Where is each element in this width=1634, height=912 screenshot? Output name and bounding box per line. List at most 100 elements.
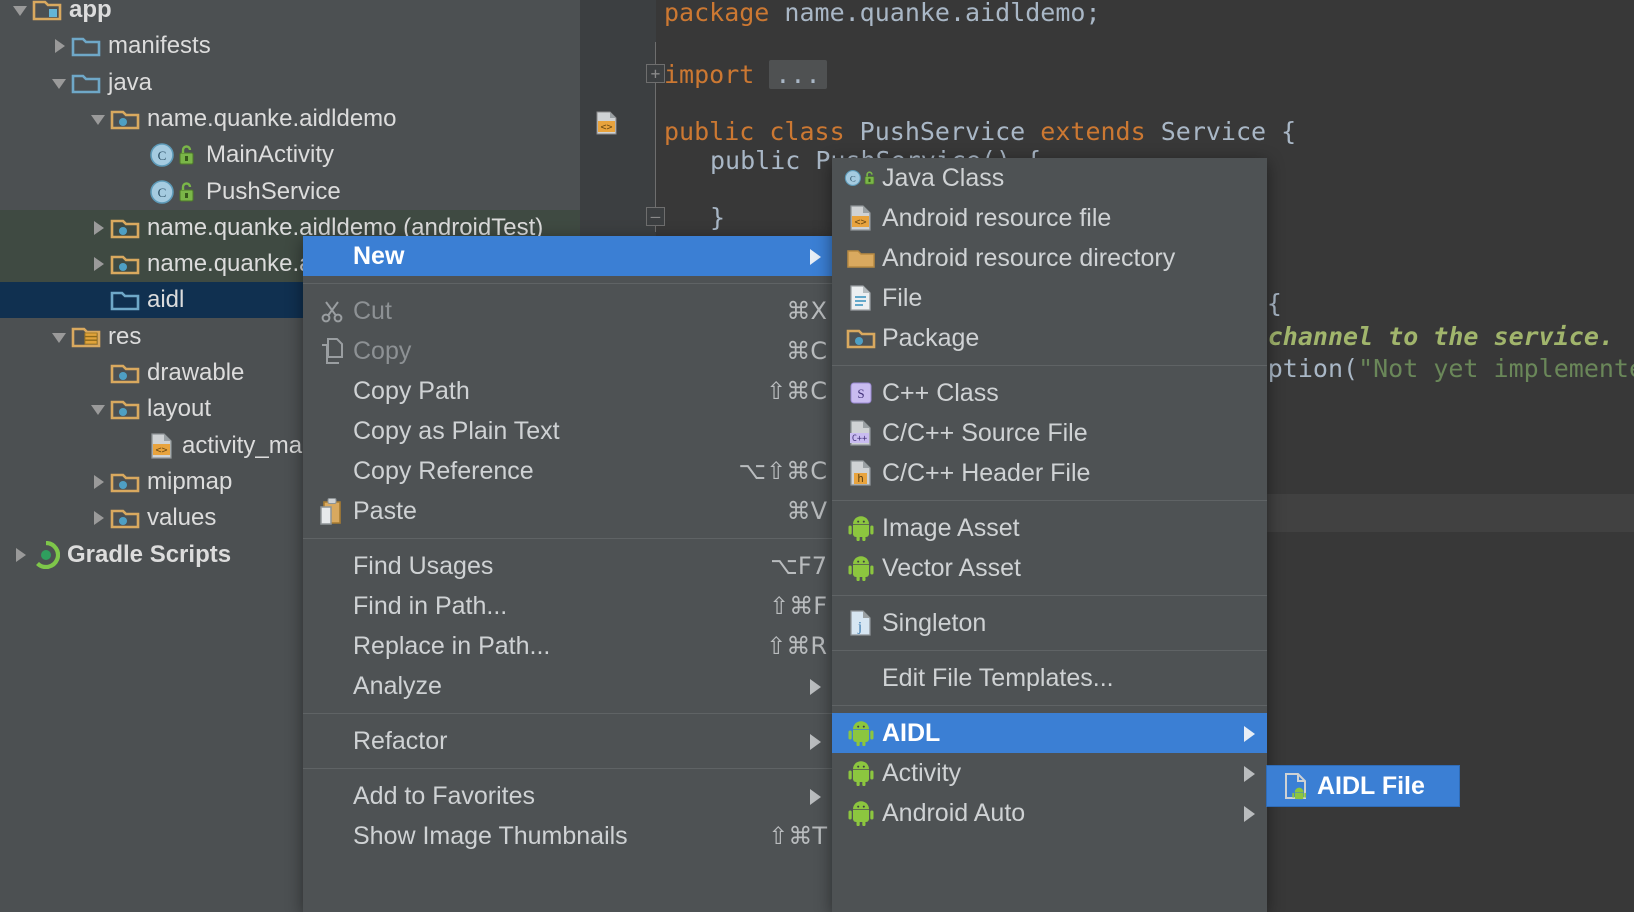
- tree-spacer: [127, 181, 149, 203]
- menu-item-copy-reference[interactable]: Copy Reference⌥⇧⌘C: [303, 451, 833, 491]
- chevron-down-icon[interactable]: [88, 108, 110, 130]
- menu-item-android-resource-file[interactable]: <> Android resource file: [832, 198, 1267, 238]
- menu-item-label: Java Class: [882, 164, 1004, 193]
- tree-item-java[interactable]: java: [0, 65, 580, 101]
- menu-item-java-class[interactable]: C Java Class: [832, 158, 1267, 198]
- chevron-right-icon[interactable]: [88, 507, 110, 529]
- menu-item-activity[interactable]: Activity: [832, 753, 1267, 793]
- menu-item-replace-in-path[interactable]: Replace in Path...⇧⌘R: [303, 626, 833, 666]
- package-folder-icon: [846, 326, 876, 350]
- menu-item-aidl-file[interactable]: AIDL File: [1267, 766, 1459, 806]
- menu-item-new[interactable]: New: [303, 236, 833, 276]
- chevron-right-icon[interactable]: [88, 217, 110, 239]
- java-class-icon: C: [844, 165, 878, 191]
- menu-item-label: Singleton: [882, 609, 986, 638]
- svg-text:C: C: [158, 185, 167, 200]
- tree-item-pushservice[interactable]: C PushService: [0, 174, 580, 210]
- package-folder-icon: [844, 326, 878, 350]
- module-folder-icon: [32, 0, 62, 22]
- menu-item-label: Find Usages: [353, 552, 493, 581]
- menu-separator: [303, 283, 833, 284]
- menu-item-copy[interactable]: Copy⌘C: [303, 331, 833, 371]
- menu-item-singleton[interactable]: jSingleton: [832, 603, 1267, 643]
- tree-item-label: java: [108, 69, 152, 97]
- menu-item-add-to-favorites[interactable]: Add to Favorites: [303, 776, 833, 816]
- menu-item-label: C/C++ Header File: [882, 459, 1090, 488]
- tree-item-mainactivity[interactable]: C MainActivity: [0, 137, 580, 173]
- aidl-submenu[interactable]: AIDL File: [1266, 765, 1460, 807]
- cpp-header-icon: h: [844, 459, 878, 487]
- menu-separator: [832, 705, 1267, 706]
- submenu-arrow-icon: [1244, 766, 1255, 782]
- menu-item-aidl[interactable]: AIDL: [832, 713, 1267, 753]
- menu-item-file[interactable]: File: [832, 278, 1267, 318]
- tree-item-manifests[interactable]: manifests: [0, 28, 580, 64]
- paste-icon: [315, 497, 349, 525]
- chevron-down-icon[interactable]: [49, 72, 71, 94]
- context-menu[interactable]: New Cut⌘X Copy⌘C Copy Path ⇧⌘C Copy as Plai…: [303, 236, 833, 912]
- java-class-icon: C: [149, 142, 199, 168]
- menu-item-shortcut: ⇧⌘T: [768, 816, 827, 856]
- chevron-down-icon[interactable]: [10, 0, 32, 21]
- chevron-down-icon[interactable]: [49, 326, 71, 348]
- folder-tan-icon: [846, 246, 876, 270]
- menu-item-refactor[interactable]: Refactor: [303, 721, 833, 761]
- menu-item-label: Android resource file: [882, 204, 1111, 233]
- tree-spacer: [88, 289, 110, 311]
- menu-item-label: Add to Favorites: [353, 782, 535, 811]
- menu-item-label: Analyze: [353, 672, 442, 701]
- menu-item-edit-file-templates[interactable]: Edit File Templates...: [832, 658, 1267, 698]
- tree-item-app[interactable]: app: [0, 0, 580, 28]
- menu-item-find-usages[interactable]: Find Usages ⌥F7: [303, 546, 833, 586]
- menu-item-package[interactable]: Package: [832, 318, 1267, 358]
- menu-item-vector-asset[interactable]: Vector Asset: [832, 548, 1267, 588]
- package-folder-icon: [110, 470, 140, 494]
- menu-item-android-resource-directory[interactable]: Android resource directory: [832, 238, 1267, 278]
- folder-blue-icon: [71, 71, 101, 95]
- menu-item-label: Edit File Templates...: [882, 664, 1114, 693]
- package-folder-icon: [110, 216, 140, 240]
- package-folder-icon: [110, 361, 140, 385]
- package-folder-icon: [110, 506, 140, 530]
- menu-item-label: Copy Path: [353, 377, 470, 406]
- menu-item-paste[interactable]: Paste⌘V: [303, 491, 833, 531]
- submenu-arrow-icon: [810, 734, 821, 750]
- menu-item-c-c-header-file[interactable]: h C/C++ Header File: [832, 453, 1267, 493]
- menu-item-label: Android Auto: [882, 799, 1025, 828]
- menu-item-shortcut: ⌥F7: [770, 546, 827, 586]
- svg-text:h: h: [857, 472, 864, 485]
- menu-item-cut[interactable]: Cut⌘X: [303, 291, 833, 331]
- menu-item-label: C/C++ Source File: [882, 419, 1088, 448]
- chevron-right-icon[interactable]: [88, 471, 110, 493]
- android-icon: [848, 555, 874, 581]
- menu-item-label: Replace in Path...: [353, 632, 550, 661]
- chevron-right-icon[interactable]: [88, 253, 110, 275]
- tree-item-name.quanke.aidldemo[interactable]: name.quanke.aidldemo: [0, 101, 580, 137]
- aidl-file-icon: [1279, 772, 1313, 800]
- menu-item-shortcut: ⌘X: [787, 291, 827, 331]
- menu-item-c-c-source-file[interactable]: C++C/C++ Source File: [832, 413, 1267, 453]
- android-studio-window: <> + – package name.quanke.aidldemo; imp…: [0, 0, 1634, 912]
- menu-item-label: AIDL File: [1317, 772, 1425, 801]
- menu-item-show-image-thumbnails[interactable]: Show Image Thumbnails⇧⌘T: [303, 816, 833, 856]
- chevron-right-icon[interactable]: [10, 544, 32, 566]
- menu-item-find-in-path[interactable]: Find in Path...⇧⌘F: [303, 586, 833, 626]
- menu-item-c-class[interactable]: SC++ Class: [832, 373, 1267, 413]
- xml-resource-icon: <>: [844, 204, 878, 232]
- code-line: }: [710, 199, 725, 237]
- cpp-source-icon: C++: [844, 419, 878, 447]
- chevron-down-icon[interactable]: [88, 398, 110, 420]
- chevron-right-icon[interactable]: [49, 35, 71, 57]
- menu-item-image-asset[interactable]: Image Asset: [832, 508, 1267, 548]
- package-folder-icon: [110, 107, 140, 131]
- menu-item-label: Copy as Plain Text: [353, 417, 560, 446]
- menu-item-copy-as-plain-text[interactable]: Copy as Plain Text: [303, 411, 833, 451]
- xml-resource-icon: <>: [848, 204, 874, 232]
- menu-item-android-auto[interactable]: Android Auto: [832, 793, 1267, 833]
- menu-item-copy-path[interactable]: Copy Path ⇧⌘C: [303, 371, 833, 411]
- menu-item-shortcut: ⇧⌘C: [766, 371, 827, 411]
- new-submenu[interactable]: C Java Class <> Android resource file Andr…: [832, 158, 1267, 912]
- menu-item-label: Image Asset: [882, 514, 1020, 543]
- menu-item-analyze[interactable]: Analyze: [303, 666, 833, 706]
- package-folder-icon: [110, 107, 140, 131]
